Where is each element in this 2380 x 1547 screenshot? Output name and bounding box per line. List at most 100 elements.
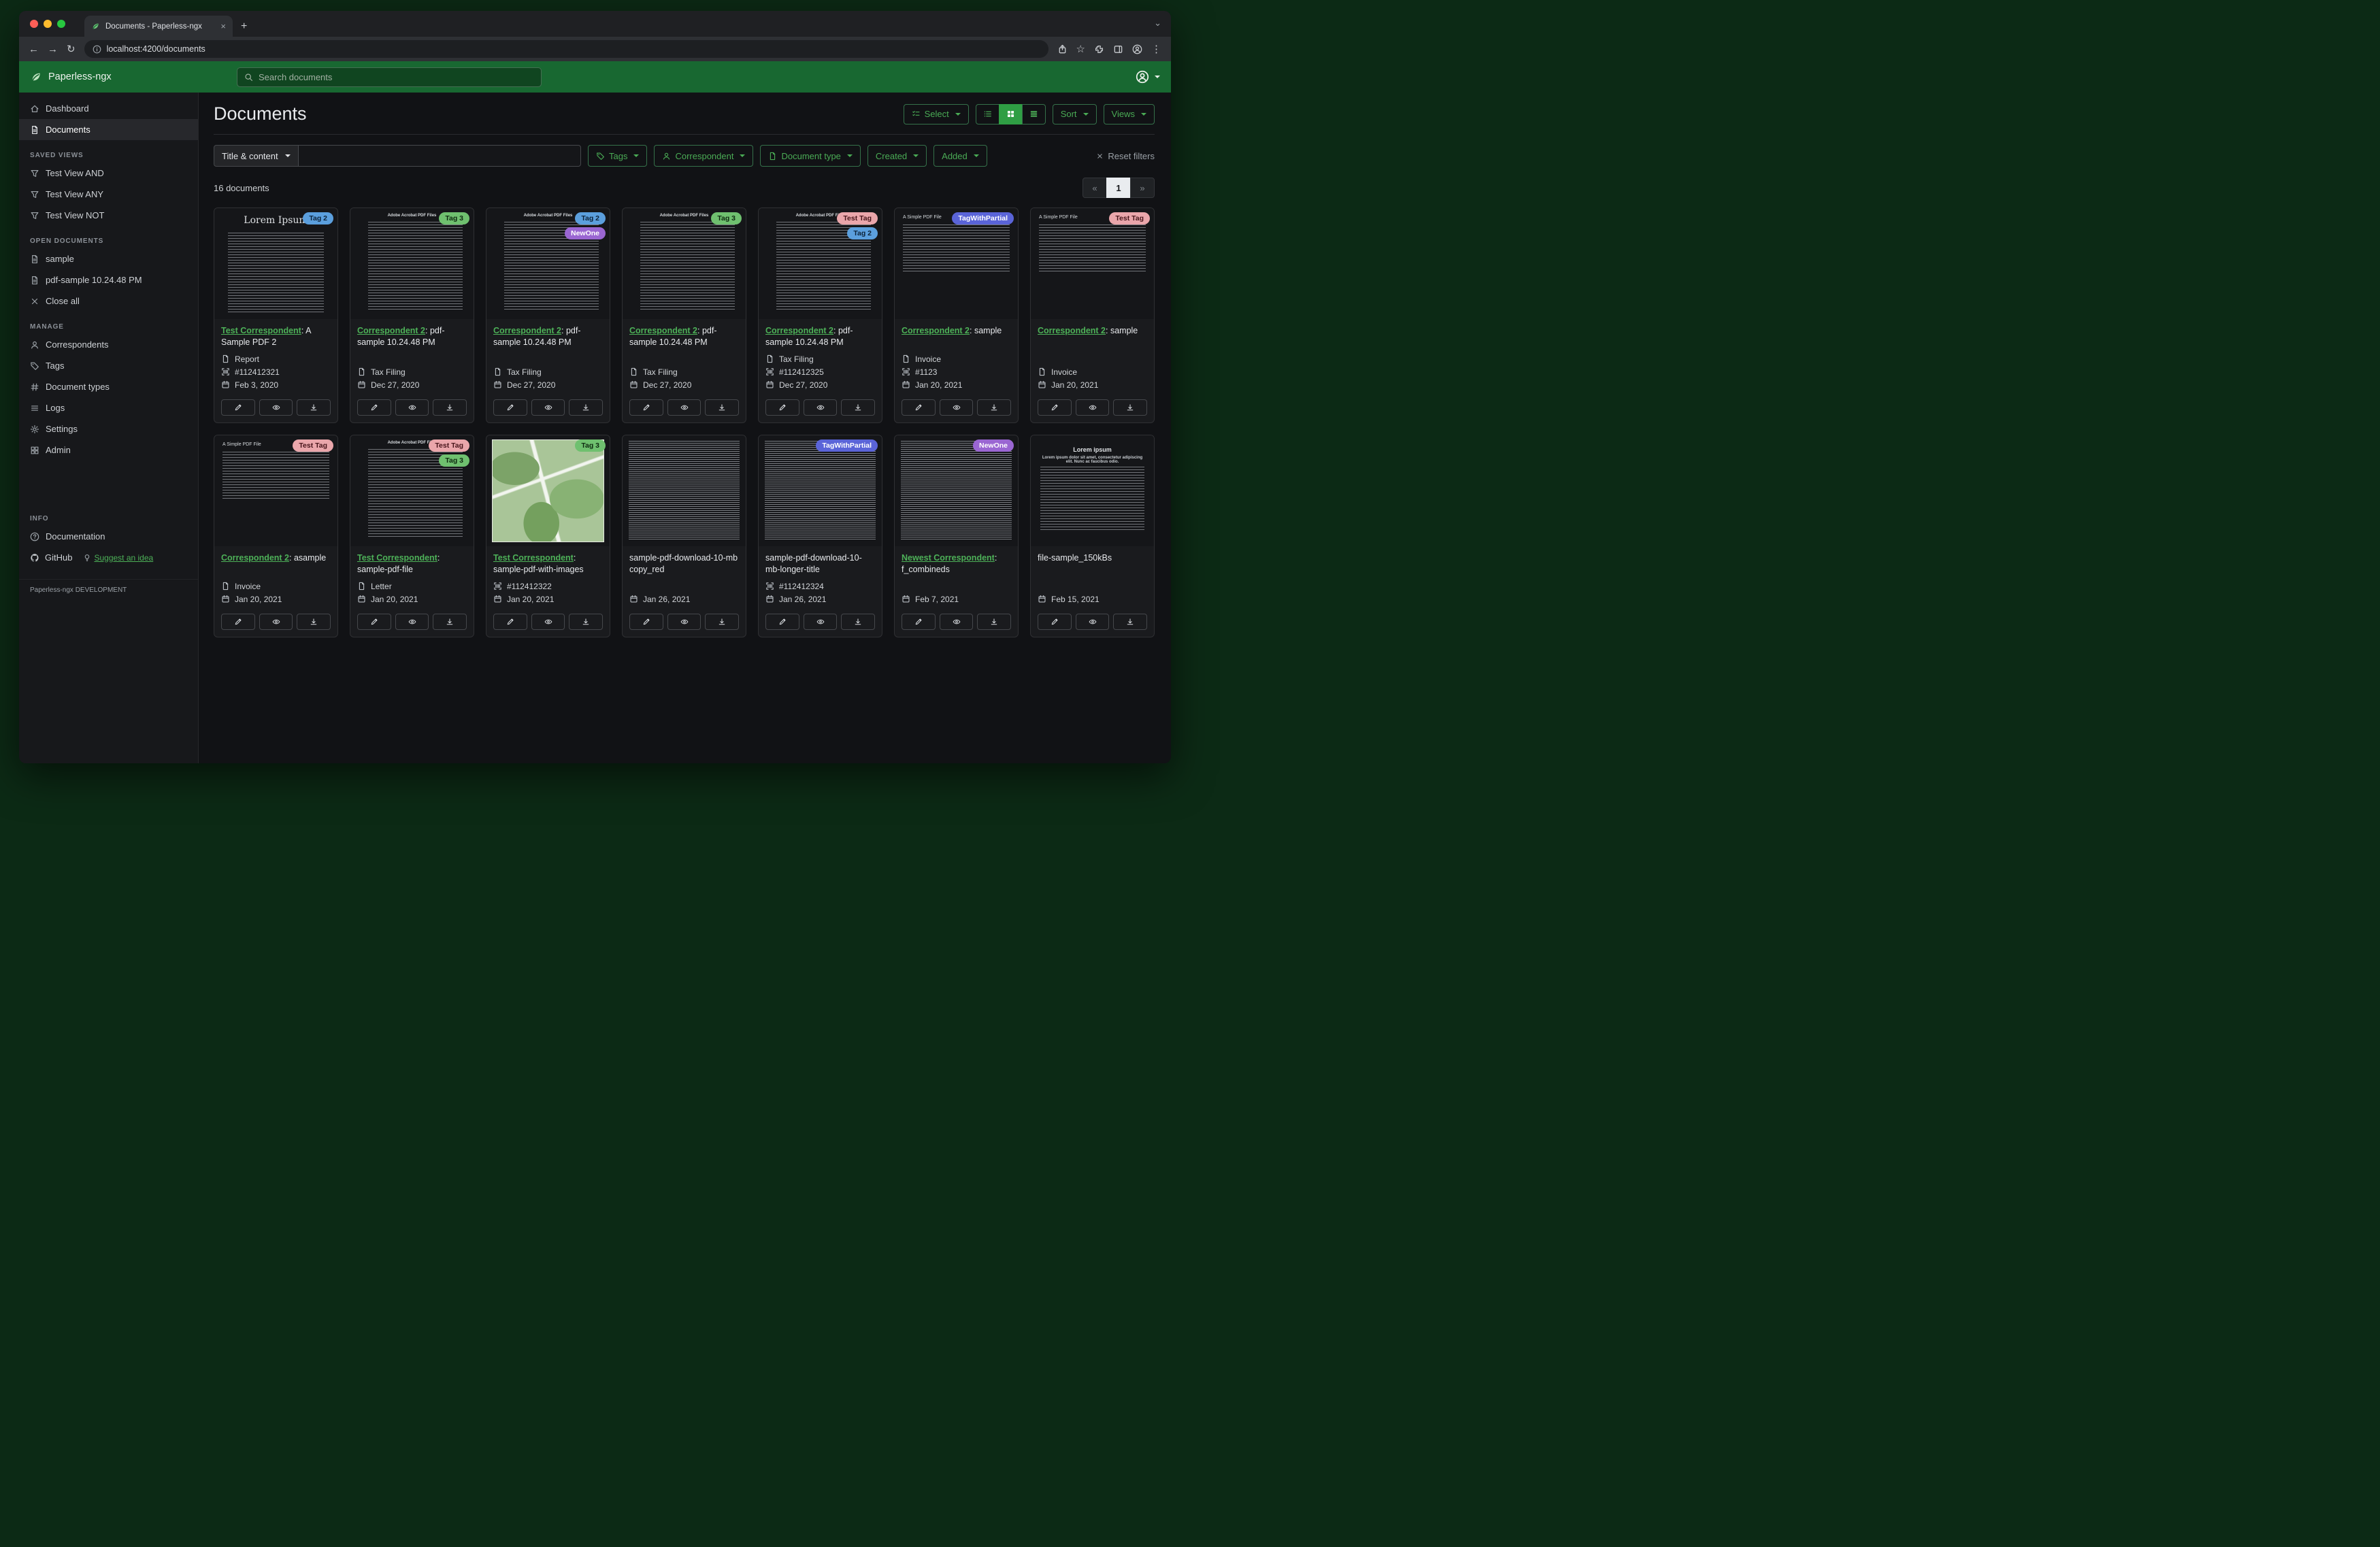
view-button[interactable] (803, 399, 838, 416)
download-button[interactable] (297, 613, 331, 630)
suggest-idea-label[interactable]: Suggest an idea (94, 553, 153, 563)
tag-badge[interactable]: Tag 2 (847, 227, 878, 240)
reload-button[interactable]: ↻ (67, 44, 76, 54)
document-thumbnail[interactable]: Adobe Acrobat PDF Files Tag 3 (350, 208, 474, 319)
document-thumbnail[interactable]: Adobe Acrobat PDF Files Tag 3 (623, 208, 746, 319)
download-button[interactable] (433, 613, 467, 630)
edit-button[interactable] (765, 399, 799, 416)
sidebar-item-open-doc-pdf-sample[interactable]: pdf-sample 10.24.48 PM (19, 269, 198, 290)
edit-button[interactable] (493, 613, 527, 630)
tag-badge[interactable]: Test Tag (1109, 212, 1150, 225)
correspondent-link[interactable]: Newest Correspondent (902, 553, 995, 563)
sidebar-item-dashboard[interactable]: Dashboard (19, 98, 198, 119)
view-button[interactable] (259, 613, 293, 630)
pagination-next-button[interactable]: » (1130, 178, 1155, 198)
correspondent-link[interactable]: Correspondent 2 (221, 553, 289, 563)
document-type-filter-dropdown[interactable]: Document type (760, 145, 861, 167)
document-thumbnail[interactable]: Adobe Acrobat PDF Files Test Tag Tag 3 (350, 435, 474, 546)
sidebar-item-tags[interactable]: Tags (19, 355, 198, 376)
sidebar-item-document-types[interactable]: Document types (19, 376, 198, 397)
correspondent-link[interactable]: Correspondent 2 (629, 326, 697, 335)
view-button[interactable] (531, 399, 565, 416)
minimize-window-button[interactable] (44, 20, 52, 28)
view-button[interactable] (395, 613, 429, 630)
forward-button[interactable]: → (48, 44, 58, 54)
view-button[interactable] (803, 613, 838, 630)
tag-badge[interactable]: Tag 2 (303, 212, 333, 225)
tag-badge[interactable]: Tag 3 (439, 454, 469, 467)
tag-badge[interactable]: Test Tag (293, 439, 333, 452)
correspondent-link[interactable]: Correspondent 2 (357, 326, 425, 335)
sidebar-item-test-view-not[interactable]: Test View NOT (19, 205, 198, 226)
grid-view-button[interactable] (998, 103, 1023, 124)
edit-button[interactable] (1038, 613, 1072, 630)
correspondent-link[interactable]: Test Correspondent (357, 553, 437, 563)
select-button[interactable]: Select (903, 103, 969, 124)
edit-button[interactable] (221, 399, 255, 416)
view-button[interactable] (1075, 399, 1110, 416)
pagination-prev-button[interactable]: « (1082, 178, 1107, 198)
tag-badge[interactable]: TagWithPartial (816, 439, 878, 452)
view-button[interactable] (259, 399, 293, 416)
tag-badge[interactable]: NewOne (972, 439, 1014, 452)
global-search[interactable] (237, 67, 542, 87)
tab-close-icon[interactable]: × (220, 21, 226, 31)
tag-badge[interactable]: Tag 3 (575, 439, 606, 452)
sidebar-item-logs[interactable]: Logs (19, 397, 198, 418)
edit-button[interactable] (357, 613, 391, 630)
sidebar-item-close-all[interactable]: Close all (19, 290, 198, 312)
back-button[interactable]: ← (29, 44, 39, 54)
download-button[interactable] (1113, 399, 1148, 416)
search-input[interactable] (259, 71, 534, 82)
document-thumbnail[interactable]: Tag 3 (486, 435, 610, 546)
tag-badge[interactable]: Tag 3 (439, 212, 469, 225)
reset-filters-button[interactable]: Reset filters (1096, 151, 1155, 161)
sidebar-item-settings[interactable]: Settings (19, 418, 198, 439)
edit-button[interactable] (1038, 399, 1072, 416)
new-tab-button[interactable]: + (241, 21, 247, 32)
address-bar[interactable]: localhost:4200/documents (84, 40, 1048, 58)
view-button[interactable] (531, 613, 565, 630)
share-button[interactable] (1057, 44, 1068, 54)
views-button[interactable]: Views (1103, 103, 1155, 124)
edit-button[interactable] (629, 613, 663, 630)
sort-button[interactable]: Sort (1052, 103, 1097, 124)
suggest-idea-link[interactable]: Suggest an idea (83, 553, 153, 563)
document-thumbnail[interactable]: A Simple PDF File TagWithPartial (895, 208, 1018, 319)
sidebar-item-test-view-any[interactable]: Test View ANY (19, 184, 198, 205)
tag-badge[interactable]: Tag 2 (575, 212, 606, 225)
document-thumbnail[interactable]: Lorem Ipsum Tag 2 (214, 208, 337, 319)
user-menu-button[interactable] (1136, 70, 1160, 84)
download-button[interactable] (1113, 613, 1148, 630)
tags-filter-dropdown[interactable]: Tags (588, 145, 648, 167)
sidebar-item-documents[interactable]: Documents (19, 119, 198, 140)
download-button[interactable] (297, 399, 331, 416)
brand-link[interactable]: Paperless-ngx (19, 71, 199, 83)
document-thumbnail[interactable]: Lorem ipsum Lorem ipsum dolor sit amet, … (1031, 435, 1154, 546)
correspondent-link[interactable]: Correspondent 2 (902, 326, 970, 335)
download-button[interactable] (705, 613, 740, 630)
view-button[interactable] (1075, 613, 1110, 630)
download-button[interactable] (841, 399, 876, 416)
download-button[interactable] (977, 613, 1012, 630)
edit-button[interactable] (902, 613, 936, 630)
tag-badge[interactable]: Test Tag (429, 439, 469, 452)
download-button[interactable] (569, 399, 604, 416)
correspondent-link[interactable]: Correspondent 2 (765, 326, 833, 335)
document-thumbnail[interactable] (623, 435, 746, 546)
pagination-page-1[interactable]: 1 (1106, 178, 1131, 198)
view-button[interactable] (667, 613, 701, 630)
tag-badge[interactable]: Test Tag (837, 212, 878, 225)
correspondent-link[interactable]: Correspondent 2 (1038, 326, 1106, 335)
side-panel-button[interactable] (1113, 44, 1123, 54)
document-thumbnail[interactable]: Adobe Acrobat PDF Files Test Tag Tag 2 (759, 208, 882, 319)
edit-button[interactable] (493, 399, 527, 416)
tab-search-chevron-icon[interactable]: ⌄ (1154, 18, 1161, 29)
edit-button[interactable] (629, 399, 663, 416)
created-filter-dropdown[interactable]: Created (867, 145, 927, 167)
sidebar-item-admin[interactable]: Admin (19, 439, 198, 461)
bookmark-star-button[interactable]: ☆ (1076, 44, 1085, 54)
added-filter-dropdown[interactable]: Added (933, 145, 987, 167)
document-thumbnail[interactable]: Adobe Acrobat PDF Files Tag 2 NewOne (486, 208, 610, 319)
document-thumbnail[interactable]: A Simple PDF File Test Tag (1031, 208, 1154, 319)
